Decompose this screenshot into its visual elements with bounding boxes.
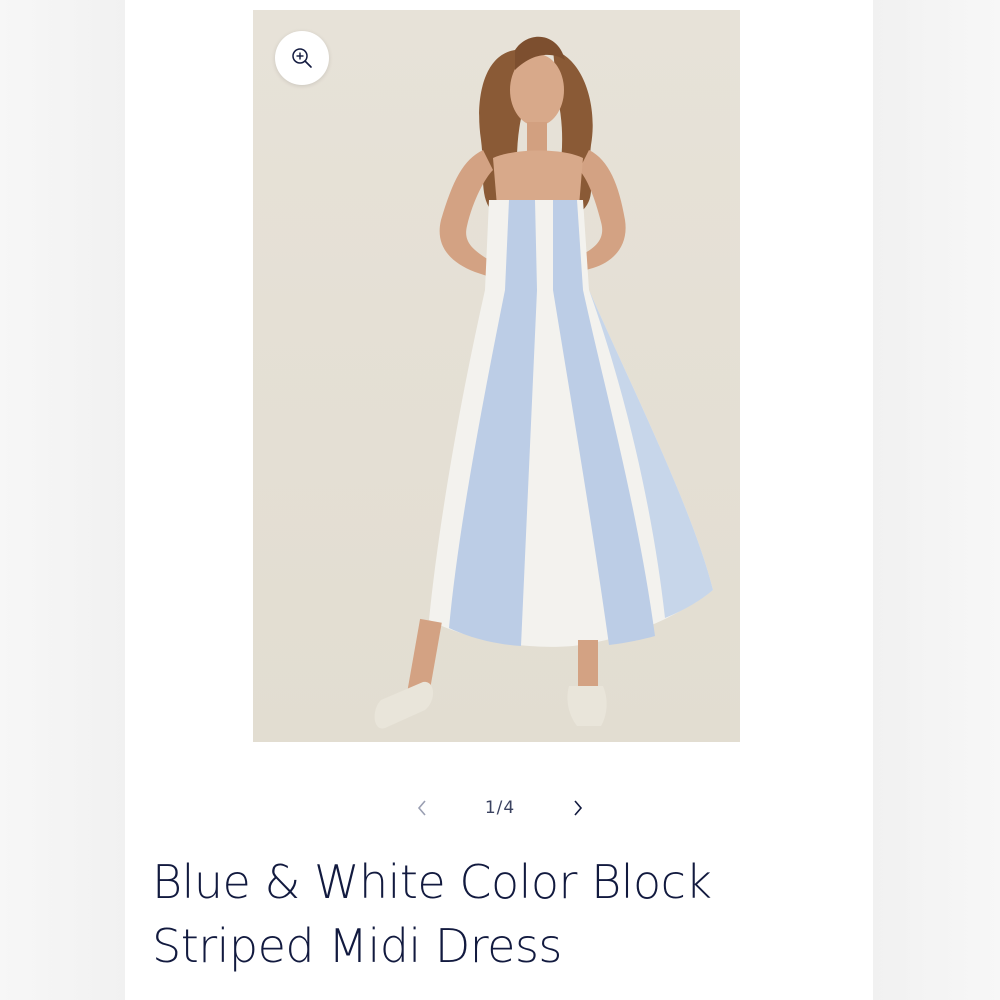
left-margin — [0, 0, 125, 1000]
zoom-in-icon — [292, 48, 312, 68]
previous-slide-button[interactable] — [400, 788, 444, 828]
right-margin — [873, 0, 1000, 1000]
product-title-line-2: Striped Midi Dress — [152, 919, 562, 973]
next-slide-button[interactable] — [556, 788, 600, 828]
slide-counter: 1/4 — [484, 798, 516, 818]
chevron-left-icon — [417, 800, 426, 816]
product-photo-illustration — [253, 10, 740, 742]
product-title: Blue & White Color Block Striped Midi Dr… — [152, 850, 872, 978]
product-image[interactable] — [253, 10, 740, 742]
gallery-pagination: 1/4 — [400, 788, 600, 828]
chevron-right-icon — [574, 800, 583, 816]
zoom-button[interactable] — [275, 31, 329, 85]
product-title-line-1: Blue & White Color Block — [152, 855, 712, 909]
